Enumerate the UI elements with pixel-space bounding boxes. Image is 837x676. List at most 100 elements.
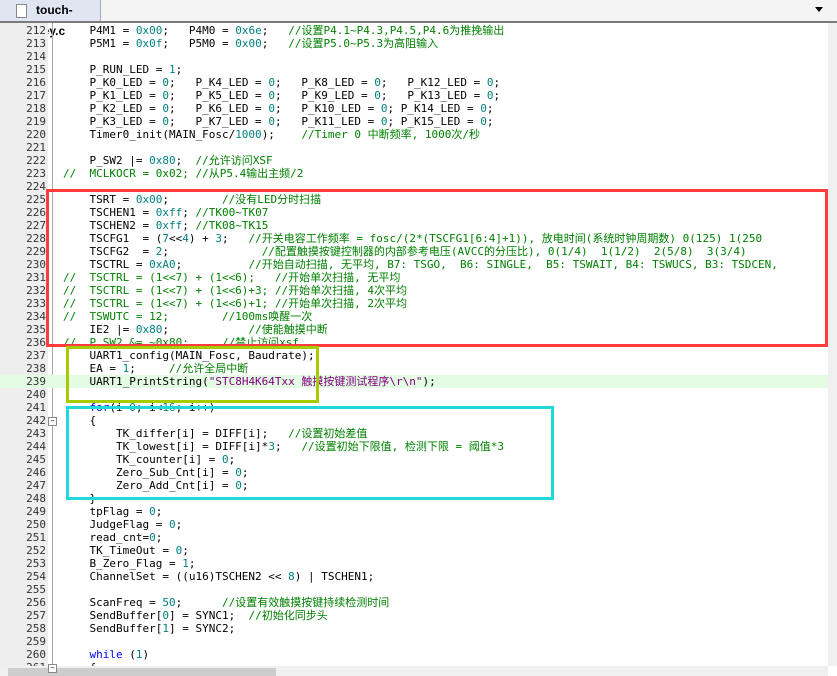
line-number: 224 bbox=[26, 180, 46, 193]
code-line[interactable]: 244 TK_lowest[i] = DIFF[i]*3; //设置初始下限值,… bbox=[0, 440, 828, 453]
fold-toggle-icon[interactable]: − bbox=[48, 417, 57, 426]
code-line[interactable]: 249 tpFlag = 0; bbox=[0, 505, 828, 518]
code-line[interactable]: 257 SendBuffer[0] = SYNC1; //初始化同步头 bbox=[0, 609, 828, 622]
code-line[interactable]: 232 // TSCTRL = (1<<7) + (1<<6)+3; //开始单次… bbox=[0, 284, 828, 297]
comment: // TSCTRL = (1<<7) + (1<<6)+1; //开始单次扫描,… bbox=[63, 297, 408, 310]
line-number: 247 bbox=[26, 479, 46, 492]
code-token: ; bbox=[486, 115, 494, 128]
code-line[interactable]: 215 P_RUN_LED = 1; bbox=[0, 63, 828, 76]
number-literal: 0 bbox=[162, 102, 169, 115]
vertical-scrollbar[interactable] bbox=[828, 23, 837, 666]
code-text: // MCLKOCR = 0x02; //从P5.4输出主频/2 bbox=[63, 167, 303, 180]
code-line[interactable]: 224 bbox=[0, 180, 828, 193]
number-literal: 0 bbox=[268, 89, 275, 102]
code-line[interactable]: 254 ChannelSet = ((u16)TSCHEN2 << 8) | T… bbox=[0, 570, 828, 583]
comment: //没有LED分时扫描 bbox=[221, 193, 322, 206]
code-line[interactable]: 233 // TSCTRL = (1<<7) + (1<<6)+1; //开始单次… bbox=[0, 297, 828, 310]
code-line[interactable]: 241 for(i=0; i<16; i++) bbox=[0, 401, 828, 414]
code-line[interactable]: 234 // TSWUTC = 12; //100ms唤醒一次 bbox=[0, 310, 828, 323]
code-line[interactable]: 231 // TSCTRL = (1<<7) + (1<<6); //开始单次扫描… bbox=[0, 271, 828, 284]
code-line[interactable]: 227 TSCHEN2 = 0xff; //TK08~TK15 bbox=[0, 219, 828, 232]
code-line[interactable]: 240 bbox=[0, 388, 828, 401]
code-line[interactable]: 217 P_K1_LED = 0; P_K5_LED = 0; P_K9_LED… bbox=[0, 89, 828, 102]
code-line[interactable]: 237 UART1_config(MAIN_Fosc, Baudrate); bbox=[0, 349, 828, 362]
code-line[interactable]: 253 B_Zero_Flag = 1; bbox=[0, 557, 828, 570]
line-number: 251 bbox=[26, 531, 46, 544]
tab-bar: touch-key.c bbox=[0, 0, 837, 38]
code-text: SendBuffer[0] = SYNC1; //初始化同步头 bbox=[63, 609, 327, 622]
comment: //TK08~TK15 bbox=[195, 219, 269, 232]
code-line[interactable]: 229 TSCFG2 = 2; //配置触摸按键控制器的内部参考电压(AVCC的… bbox=[0, 245, 828, 258]
line-number: 226 bbox=[26, 206, 46, 219]
code-line[interactable]: 255 bbox=[0, 583, 828, 596]
code-line[interactable]: 242 { bbox=[0, 414, 828, 427]
code-token: << bbox=[168, 232, 183, 245]
code-line[interactable]: 243 TK_differ[i] = DIFF[i]; //设置初始差值 bbox=[0, 427, 828, 440]
code-token: ChannelSet = ((u16)TSCHEN2 << bbox=[63, 570, 289, 583]
code-text: TK_lowest[i] = DIFF[i]*3; //设置初始下限值, 检测下… bbox=[63, 440, 504, 453]
number-literal: 0 bbox=[168, 518, 176, 531]
line-number: 242 bbox=[26, 414, 46, 427]
code-editor[interactable]: 212 P4M1 = 0x00; P4M0 = 0x6e; //设置P4.1~P… bbox=[0, 24, 828, 666]
code-token: ); bbox=[261, 128, 302, 141]
code-line[interactable]: 212 P4M1 = 0x00; P4M0 = 0x6e; //设置P4.1~P… bbox=[0, 24, 828, 37]
code-line[interactable]: 251 read_cnt=0; bbox=[0, 531, 828, 544]
code-line[interactable]: 247 Zero_Add_Cnt[i] = 0; bbox=[0, 479, 828, 492]
code-line[interactable]: 235 IE2 |= 0x80; //使能触摸中断 bbox=[0, 323, 828, 336]
code-line[interactable]: 252 TK_TimeOut = 0; bbox=[0, 544, 828, 557]
code-line[interactable]: 230 TSCTRL = 0xA0; //开始自动扫描, 无平均, B7: TS… bbox=[0, 258, 828, 271]
code-line[interactable]: 218 P_K2_LED = 0; P_K6_LED = 0; P_K10_LE… bbox=[0, 102, 828, 115]
code-line[interactable]: 226 TSCHEN1 = 0xff; //TK00~TK07 bbox=[0, 206, 828, 219]
line-number: 222 bbox=[26, 154, 46, 167]
line-number: 240 bbox=[26, 388, 46, 401]
code-token: ; bbox=[175, 63, 183, 76]
line-number: 256 bbox=[26, 596, 46, 609]
code-line[interactable]: 260 while (1) bbox=[0, 648, 828, 661]
tab-touch-key[interactable]: touch-key.c bbox=[0, 0, 101, 38]
code-token: ; i< bbox=[135, 401, 163, 414]
number-literal: 8 bbox=[288, 570, 295, 583]
code-text: P5M1 = 0x0f; P5M0 = 0x00; //设置P5.0~P5.3为… bbox=[63, 37, 438, 50]
code-text: IE2 |= 0x80; //使能触摸中断 bbox=[63, 323, 327, 336]
code-line[interactable]: 221 bbox=[0, 141, 828, 154]
code-token: TSCTRL = bbox=[63, 258, 150, 271]
code-token: } bbox=[63, 492, 97, 505]
code-line[interactable]: 245 TK_counter[i] = 0; bbox=[0, 453, 828, 466]
code-line[interactable]: 236 // P_SW2 &= ~0x80; //禁止访问xsf bbox=[0, 336, 828, 349]
comment: //开始自动扫描, 无平均, B7: TSGO, B6: SINGLE, B5:… bbox=[248, 258, 778, 271]
line-number: 255 bbox=[26, 583, 46, 596]
code-line[interactable]: 238 EA = 1; //允许全局中断 bbox=[0, 362, 828, 375]
code-line[interactable]: 213 P5M1 = 0x0f; P5M0 = 0x00; //设置P5.0~P… bbox=[0, 37, 828, 50]
code-line[interactable]: 248 } bbox=[0, 492, 828, 505]
number-literal: 0 bbox=[149, 505, 156, 518]
line-number: 229 bbox=[26, 245, 46, 258]
code-text: TSCHEN1 = 0xff; //TK00~TK07 bbox=[63, 206, 268, 219]
code-line[interactable]: 250 JudgeFlag = 0; bbox=[0, 518, 828, 531]
code-line[interactable]: 239 UART1_PrintString("STC8H4K64Txx 触摸按键… bbox=[0, 375, 828, 388]
number-literal: 0 bbox=[374, 76, 381, 89]
code-line[interactable]: 220 Timer0_init(MAIN_Fosc/1000); //Timer… bbox=[0, 128, 828, 141]
code-line[interactable]: 259 bbox=[0, 635, 828, 648]
code-line[interactable]: 225 TSRT = 0x00; //没有LED分时扫描 bbox=[0, 193, 828, 206]
code-line[interactable]: 216 P_K0_LED = 0; P_K4_LED = 0; P_K8_LED… bbox=[0, 76, 828, 89]
code-line[interactable]: 214 bbox=[0, 50, 828, 63]
tab-list-dropdown-icon[interactable] bbox=[815, 7, 823, 12]
code-line[interactable]: 223 // MCLKOCR = 0x02; //从P5.4输出主频/2 bbox=[0, 167, 828, 180]
code-line[interactable]: 228 TSCFG1 = (7<<4) + 3; //开关电容工作频率 = fo… bbox=[0, 232, 828, 245]
code-line[interactable]: 222 P_SW2 |= 0x80; //允许访问XSF bbox=[0, 154, 828, 167]
code-token: ; bbox=[155, 505, 163, 518]
code-line[interactable]: 258 SendBuffer[1] = SYNC2; bbox=[0, 622, 828, 635]
line-number: 246 bbox=[26, 466, 46, 479]
code-token: ; bbox=[162, 245, 262, 258]
number-literal: 0 bbox=[268, 76, 275, 89]
line-number: 233 bbox=[26, 297, 46, 310]
code-line[interactable]: 246 Zero_Sub_Cnt[i] = 0; bbox=[0, 466, 828, 479]
fold-toggle-icon[interactable]: − bbox=[48, 664, 57, 673]
line-number: 252 bbox=[26, 544, 46, 557]
code-line[interactable]: 219 P_K3_LED = 0; P_K7_LED = 0; P_K11_LE… bbox=[0, 115, 828, 128]
number-literal: 1 bbox=[135, 648, 143, 661]
comment: //设置P4.1~P4.3,P4.5,P4.6为推挽输出 bbox=[288, 24, 505, 37]
number-literal: 0xA0 bbox=[149, 258, 176, 271]
code-line[interactable]: 256 ScanFreq = 50; //设置有效触摸按键持续检测时间 bbox=[0, 596, 828, 609]
code-token: ; P_K8_LED = bbox=[274, 76, 375, 89]
